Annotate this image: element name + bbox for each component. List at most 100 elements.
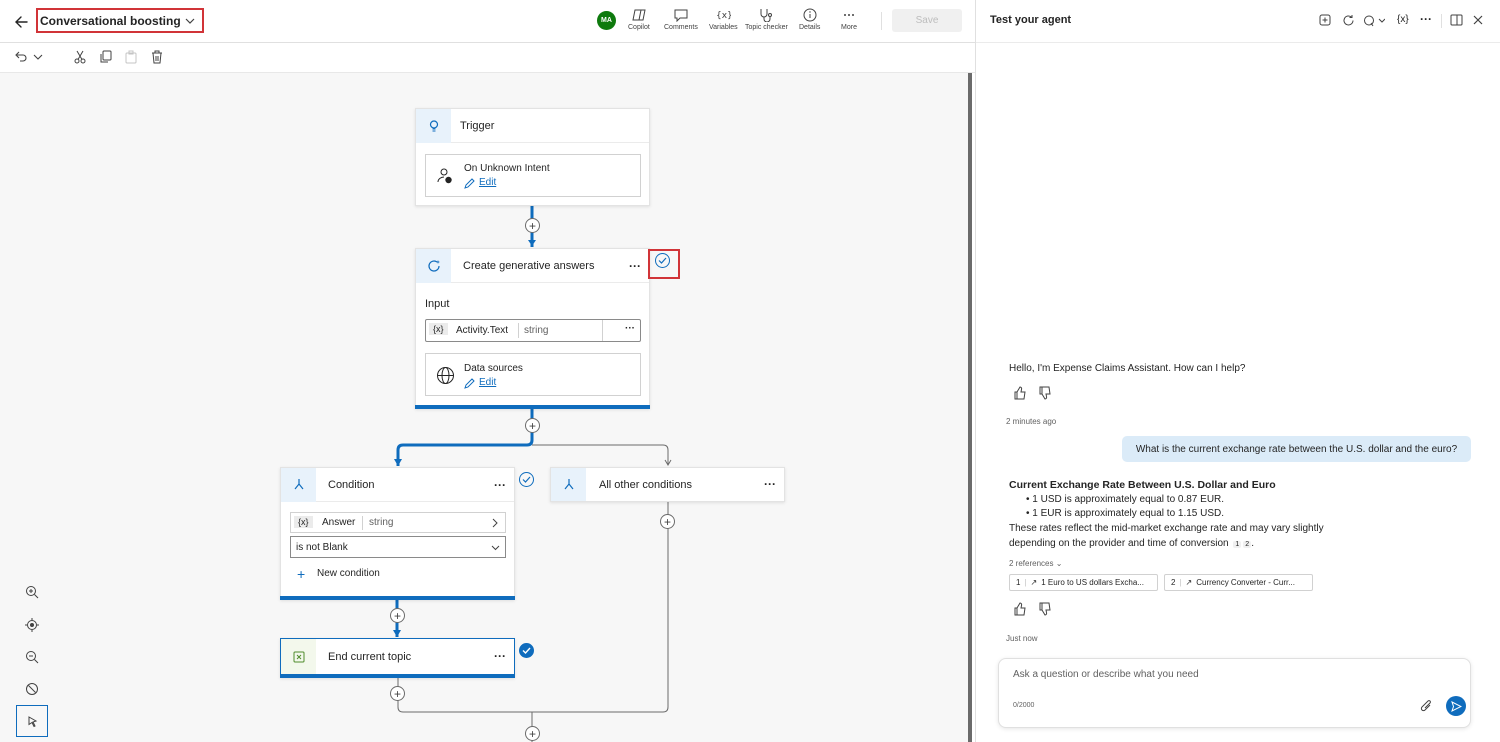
input-variable-field[interactable]: {x} Activity.Text string ··· — [425, 319, 641, 342]
end-topic-icon — [281, 639, 316, 674]
data-sources-label: Data sources — [464, 363, 523, 374]
char-count: 0/2000 — [1013, 702, 1035, 709]
other-conditions-node[interactable]: All other conditions ··· — [550, 467, 785, 502]
close-button[interactable] — [1472, 14, 1484, 26]
valid-check-icon[interactable] — [519, 472, 534, 487]
add-node-button[interactable]: + — [525, 726, 540, 741]
variable-icon: {x} — [294, 516, 313, 528]
trigger-edit-link[interactable]: Edit — [479, 177, 496, 188]
valid-check-icon[interactable] — [519, 643, 534, 658]
variable-type: string — [524, 325, 549, 336]
chat-input[interactable]: Ask a question or describe what you need — [1013, 669, 1199, 680]
trigger-item[interactable]: On Unknown Intent Edit — [425, 154, 641, 197]
end-topic-title: End current topic — [328, 651, 412, 663]
add-node-button[interactable]: + — [525, 418, 540, 433]
trigger-label: On Unknown Intent — [464, 163, 550, 174]
globe-icon — [437, 367, 454, 384]
reference-divider: | — [1024, 578, 1027, 587]
thumbs-up-button[interactable] — [1013, 386, 1027, 400]
close-icon — [1473, 15, 1483, 25]
chevron-down-icon — [491, 545, 500, 551]
no-entry-icon — [26, 683, 38, 695]
input-label: Input — [425, 298, 450, 310]
other-conditions-title: All other conditions — [599, 479, 692, 491]
citation-1[interactable]: 1 — [1233, 541, 1242, 548]
valid-check-icon[interactable] — [655, 253, 670, 268]
data-sources-item[interactable]: Data sources Edit — [425, 353, 641, 396]
thumbs-down-button[interactable] — [1038, 602, 1052, 616]
node-selected-bar — [415, 405, 650, 409]
node-more-button[interactable]: ··· — [764, 477, 776, 491]
cursor-icon — [28, 716, 38, 728]
panel-right-icon — [1450, 14, 1463, 26]
track-activity-button[interactable] — [1363, 14, 1385, 27]
node-selected-bar — [280, 596, 515, 600]
scrollbar-thumb[interactable] — [968, 73, 972, 742]
more-options-button[interactable]: ··· — [1420, 12, 1432, 26]
citation-2[interactable]: 2 — [1243, 541, 1252, 548]
thumbs-up-icon — [1014, 602, 1026, 616]
send-button[interactable] — [1446, 696, 1466, 716]
message-timestamp: Just now — [1006, 634, 1038, 643]
new-condition-button[interactable]: New condition — [317, 568, 380, 579]
reference-item[interactable]: 1 | ↗ 1 Euro to US dollars Excha... — [1009, 574, 1158, 591]
branch-icon — [551, 468, 586, 501]
add-node-button[interactable]: + — [390, 686, 405, 701]
data-sources-edit-link[interactable]: Edit — [479, 377, 496, 388]
add-node-button[interactable]: + — [525, 218, 540, 233]
condition-variable-field[interactable]: {x} Answer string — [290, 512, 506, 533]
thumbs-up-button[interactable] — [1013, 602, 1027, 616]
bot-greeting: Hello, I'm Expense Claims Assistant. How… — [1009, 363, 1246, 374]
minimap-button[interactable] — [16, 673, 48, 705]
paperclip-icon — [1420, 700, 1431, 712]
sparkle-refresh-icon — [416, 249, 451, 283]
thumbs-down-icon — [1039, 386, 1051, 400]
condition-title: Condition — [328, 479, 375, 491]
field-divider — [518, 323, 519, 338]
generative-answers-node[interactable]: Create generative answers ··· Input {x} … — [415, 248, 650, 409]
select-tool-button[interactable] — [16, 705, 48, 737]
dock-panel-button[interactable] — [1450, 14, 1463, 26]
test-panel-title: Test your agent — [990, 14, 1072, 26]
condition-node[interactable]: Condition ··· {x} Answer string is not B… — [280, 467, 515, 600]
trigger-header: Trigger — [416, 109, 649, 143]
reference-label: Currency Converter - Curr... — [1196, 578, 1295, 587]
references-label: 2 references — [1009, 559, 1054, 568]
node-more-button[interactable]: ··· — [629, 259, 641, 273]
reference-item[interactable]: 2 | ↗ Currency Converter - Curr... — [1164, 574, 1313, 591]
reference-number: 1 — [1016, 578, 1021, 587]
field-divider — [602, 320, 603, 341]
thumbs-up-icon — [1014, 386, 1026, 400]
reference-divider: | — [1179, 578, 1182, 587]
external-link-icon: ↗ — [1030, 578, 1038, 587]
add-node-button[interactable]: + — [660, 514, 675, 529]
recenter-button[interactable] — [16, 609, 48, 641]
refresh-icon — [1343, 15, 1354, 26]
send-icon — [1450, 700, 1462, 712]
trigger-node[interactable]: Trigger On Unknown Intent Edit — [415, 108, 650, 206]
end-topic-node[interactable]: End current topic ··· — [280, 638, 515, 678]
variable-name: Answer — [322, 517, 356, 528]
new-chat-button[interactable] — [1319, 14, 1331, 26]
answer-text: depending on the provider and time of co… — [1009, 538, 1229, 549]
refresh-button[interactable] — [1342, 14, 1355, 27]
zoom-in-button[interactable] — [16, 576, 48, 608]
answer-bullet: • 1 USD is approximately equal to 0.87 E… — [1026, 494, 1225, 505]
node-more-button[interactable]: ··· — [494, 649, 506, 663]
node-selected-bar — [280, 674, 515, 678]
thumbs-down-icon — [1039, 602, 1051, 616]
attach-button[interactable] — [1420, 699, 1433, 713]
operator-dropdown[interactable]: is not Blank — [290, 536, 506, 558]
add-node-button[interactable]: + — [390, 608, 405, 623]
zoom-out-button[interactable] — [16, 641, 48, 673]
chat-input-box[interactable]: Ask a question or describe what you need… — [998, 658, 1471, 728]
variable-name: Activity.Text — [456, 325, 509, 336]
variables-icon[interactable]: {x} — [1397, 14, 1409, 25]
field-more-button[interactable]: ··· — [625, 323, 635, 334]
zoom-in-icon — [26, 586, 39, 599]
node-more-button[interactable]: ··· — [494, 478, 506, 492]
references-toggle[interactable]: 2 references ⌄ — [1009, 559, 1062, 568]
message-timestamp: 2 minutes ago — [1006, 417, 1057, 426]
thumbs-down-button[interactable] — [1038, 386, 1052, 400]
branch-icon — [281, 468, 316, 502]
